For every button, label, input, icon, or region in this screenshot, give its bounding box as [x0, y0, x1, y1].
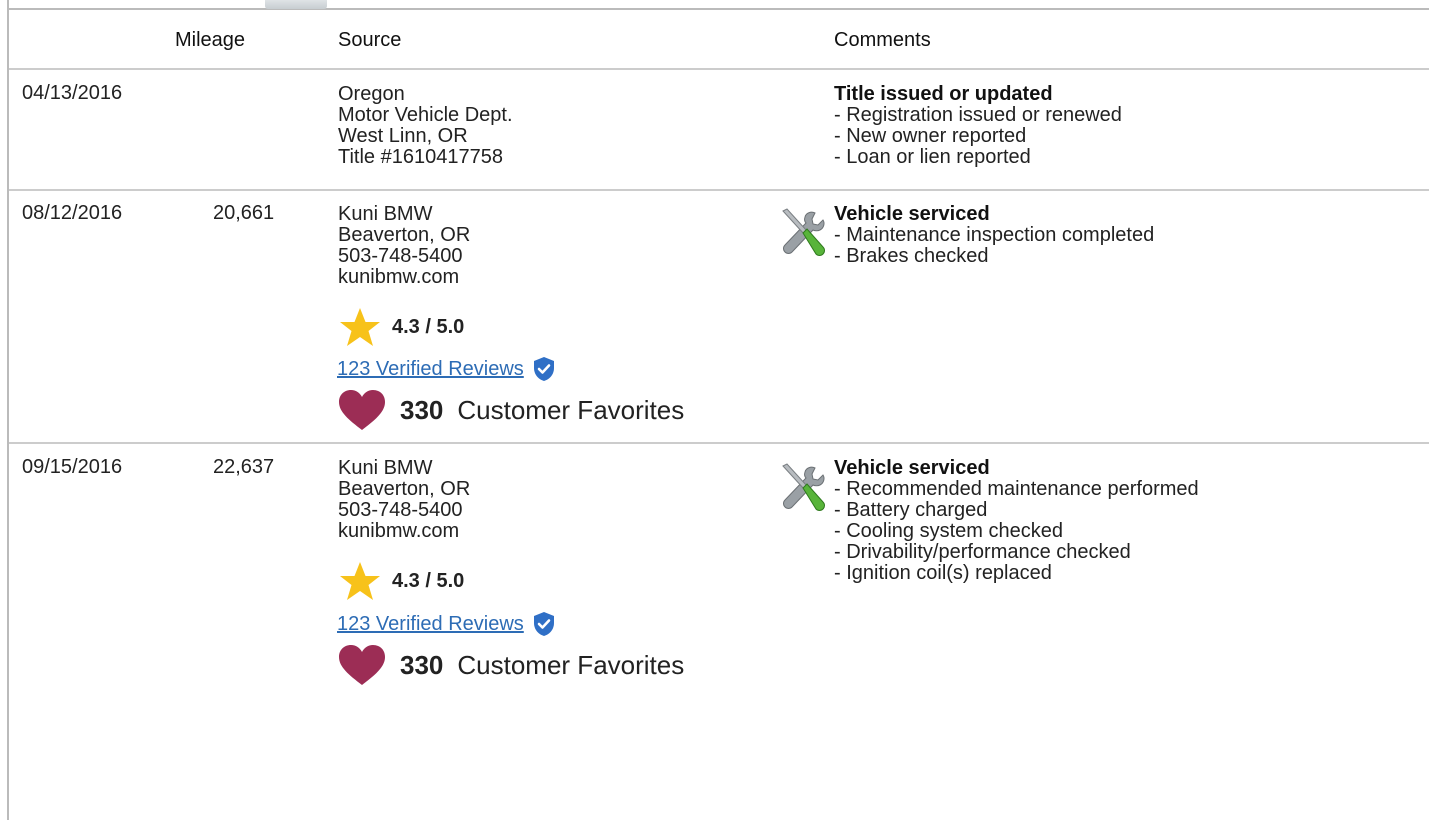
verified-reviews-link[interactable]: 123 Verified Reviews [337, 613, 524, 636]
favorites-label: Customer Favorites [457, 649, 685, 680]
source-line: Motor Vehicle Dept. [338, 104, 513, 126]
comment-item: - Brakes checked [834, 245, 989, 267]
comment-title: Vehicle serviced [834, 457, 990, 479]
customer-favorites: 330 Customer Favorites [338, 389, 684, 431]
tools-icon [782, 463, 825, 511]
comment-item: - New owner reported [834, 125, 1027, 147]
comment-item: - Maintenance inspection completed [834, 224, 1155, 246]
column-header-source: Source [338, 29, 402, 51]
source-line: 503-748-5400 [338, 245, 463, 267]
source-line: Oregon [338, 83, 405, 105]
record-date: 08/12/2016 [22, 202, 123, 224]
source-line: kunibmw.com [338, 266, 460, 288]
comment-item: - Recommended maintenance performed [834, 478, 1199, 500]
header-divider [9, 68, 1429, 70]
source-line: Title #1610417758 [338, 146, 503, 168]
record-source: Oregon Motor Vehicle Dept. West Linn, OR… [338, 84, 513, 168]
tools-icon [782, 208, 825, 256]
record-date: 04/13/2016 [22, 82, 123, 104]
source-line: Beaverton, OR [338, 478, 471, 500]
record-mileage: 22,637 [213, 456, 275, 478]
record-source: Kuni BMW Beaverton, OR 503-748-5400 kuni… [338, 204, 470, 288]
record-mileage: 20,661 [213, 202, 275, 224]
row-divider [9, 442, 1429, 444]
favorites-count: 330 [400, 394, 444, 425]
verified-reviews-link[interactable]: 123 Verified Reviews [337, 358, 524, 381]
star-icon [340, 308, 380, 346]
customer-favorites: 330 Customer Favorites [338, 644, 684, 686]
source-line: Kuni BMW [338, 203, 433, 225]
shop-rating: 4.3 / 5.0 [338, 561, 464, 601]
heart-icon [339, 390, 385, 430]
source-line: Kuni BMW [338, 457, 433, 479]
column-header-mileage: Mileage [175, 29, 246, 51]
source-line: West Linn, OR [338, 125, 468, 147]
comment-title: Title issued or updated [834, 83, 1053, 105]
comment-item: - Ignition coil(s) replaced [834, 562, 1052, 584]
source-line: kunibmw.com [338, 520, 460, 542]
top-divider [7, 8, 1429, 10]
header-image-fragment [265, 0, 327, 9]
reviews-link-row: 123 Verified Reviews [337, 611, 556, 637]
source-line: 503-748-5400 [338, 499, 463, 521]
record-comments: Title issued or updated - Registration i… [834, 84, 1122, 168]
record-date: 09/15/2016 [22, 456, 123, 478]
comment-item: - Drivability/performance checked [834, 541, 1131, 563]
rating-value: 4.3 / 5.0 [392, 569, 465, 592]
comment-title: Vehicle serviced [834, 203, 990, 225]
column-header-comments: Comments [834, 29, 931, 51]
favorites-label: Customer Favorites [457, 394, 685, 425]
record-comments: Vehicle serviced - Maintenance inspectio… [834, 204, 1154, 267]
verified-shield-icon [533, 357, 554, 381]
record-source: Kuni BMW Beaverton, OR 503-748-5400 kuni… [338, 458, 470, 542]
comment-item: - Battery charged [834, 499, 988, 521]
record-comments: Vehicle serviced - Recommended maintenan… [834, 458, 1199, 584]
source-line: Beaverton, OR [338, 224, 471, 246]
comment-item: - Registration issued or renewed [834, 104, 1122, 126]
comment-item: - Cooling system checked [834, 520, 1063, 542]
favorites-count: 330 [400, 649, 444, 680]
verified-shield-icon [533, 612, 554, 636]
row-divider [9, 189, 1429, 191]
comment-item: - Loan or lien reported [834, 146, 1031, 168]
heart-icon [339, 645, 385, 685]
shop-rating: 4.3 / 5.0 [338, 307, 464, 347]
reviews-link-row: 123 Verified Reviews [337, 356, 556, 382]
rating-value: 4.3 / 5.0 [392, 315, 465, 338]
star-icon [340, 562, 380, 600]
table-frame [7, 0, 1429, 820]
